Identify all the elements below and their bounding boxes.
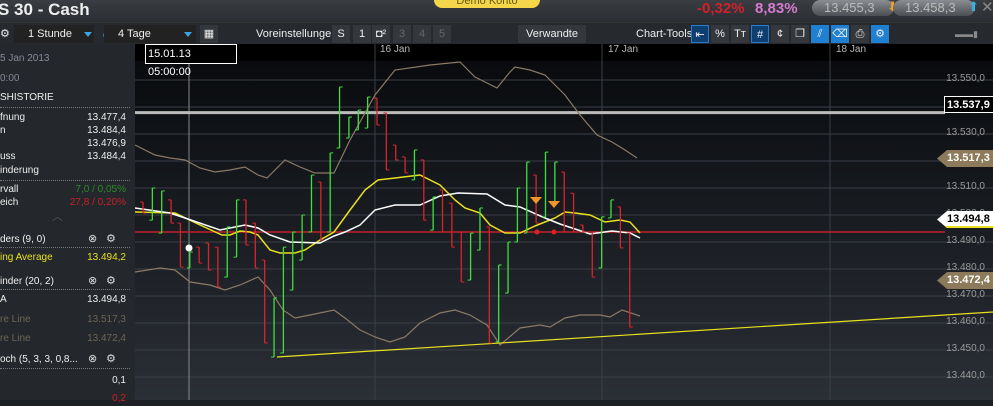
back-arrow-icon[interactable]: ⇤ xyxy=(691,25,709,43)
related-button[interactable]: Verwandte xyxy=(518,25,586,43)
date-label: 18 Jan xyxy=(836,44,867,55)
price-label: 13.530,0 xyxy=(946,127,985,138)
bid-price: 13.455,3 xyxy=(824,0,875,15)
text-size-icon[interactable]: Tт xyxy=(731,25,749,43)
divider xyxy=(0,107,130,108)
presets-label: Voreinstellungen xyxy=(256,28,338,40)
preset-5[interactable]: 5 xyxy=(433,25,451,43)
row-range: rvall 7,0 / 0,05% xyxy=(0,184,126,195)
ask-price: 13.458,3 xyxy=(905,0,956,15)
upper-band-tag: 13.517,3 xyxy=(937,150,993,167)
row-change: inderung xyxy=(0,165,39,176)
crosshair-dot xyxy=(185,244,193,252)
date-label: 17 Jan xyxy=(608,44,639,55)
divider xyxy=(0,247,130,248)
chart-toolbar: ⚙ 1 Stunde 🔒︎ 4 Tage ▦ Voreinstellungen … xyxy=(0,22,993,44)
price-label: 13.490,0 xyxy=(946,235,985,246)
change-percent-2: 8,83% xyxy=(755,0,798,17)
panel-date: 5 Jan 2013 xyxy=(0,53,50,64)
percent-icon[interactable]: % xyxy=(711,25,729,43)
remove-icon[interactable]: ⊗ xyxy=(88,232,97,245)
price-label: 13.550,0 xyxy=(946,73,985,84)
indicator-2-upper: re Line 13.517,3 xyxy=(0,314,126,325)
panel-time: 0:00 xyxy=(0,73,20,84)
preset-s[interactable]: S xyxy=(332,25,350,43)
gear-icon[interactable]: ⚙ xyxy=(106,352,116,365)
settings-edit-icon[interactable]: ⚙ xyxy=(871,25,889,43)
gear-icon[interactable]: ⚙ xyxy=(106,274,116,287)
preset-4[interactable]: 4 xyxy=(413,25,431,43)
candle-icon[interactable]: ¢ xyxy=(771,25,789,43)
preset-3[interactable]: 3 xyxy=(393,25,411,43)
price-label: 13.450,0 xyxy=(946,343,985,354)
gear-icon[interactable]: ⚙ xyxy=(0,25,10,43)
window-layout-icon[interactable]: ▬▬▮ xyxy=(955,25,978,43)
indicator-3-value-1: 0,1 xyxy=(112,375,126,386)
interval-select[interactable]: 1 Stunde xyxy=(14,25,94,43)
indicator-1-line: ing Average 13.494,2 xyxy=(0,252,126,263)
date-label: 16 Jan xyxy=(380,44,411,55)
price-label: 13.440,0 xyxy=(946,370,985,381)
gear-icon[interactable]: ⚙ xyxy=(106,232,116,245)
chart-tools-label: Chart-Tools xyxy=(636,28,693,40)
windows-icon[interactable]: ❐ xyxy=(791,25,809,43)
tag-icon[interactable]: ⌫ xyxy=(831,25,849,43)
chevron-up-icon[interactable]: ︿ xyxy=(52,208,63,224)
mid-band-tag: 13.494,8 xyxy=(937,211,993,228)
price-label: 13.510,0 xyxy=(946,181,985,192)
price-label: 13.460,0 xyxy=(946,316,985,327)
draw-line-icon[interactable]: ⫽ xyxy=(811,25,829,43)
indicator-2-mid: A 13.494,8 xyxy=(0,294,126,305)
sell-button[interactable]: 13.455,3⬇ xyxy=(812,0,898,16)
signal-dot xyxy=(551,229,557,235)
print-icon[interactable]: ⎙ xyxy=(851,25,869,43)
price-label: 13.470,0 xyxy=(946,289,985,300)
range-select[interactable]: 4 Tage xyxy=(104,25,196,43)
row-high: n 13.484,4 xyxy=(0,125,126,136)
grid-icon[interactable]: # xyxy=(751,25,769,43)
remove-icon[interactable]: ⊗ xyxy=(88,274,97,287)
title-bar: S 30 - Cash Demo Konto -0,32% 8,83% 13.4… xyxy=(0,0,993,22)
divider xyxy=(0,180,130,181)
instrument-title: S 30 - Cash xyxy=(0,0,90,19)
close-icon[interactable]: ✕ xyxy=(981,0,993,16)
preset-2-icon[interactable]: ◘² xyxy=(372,25,390,43)
range-value: 4 Tage xyxy=(118,28,151,40)
hline-price-tag: 13.537,9 xyxy=(944,96,993,113)
crosshair-time-label: 15.01.13 05:00:00 xyxy=(145,44,237,78)
row-low: 13.476,9 xyxy=(87,138,126,149)
chevron-down-icon xyxy=(184,32,192,37)
change-percent: -0,32% xyxy=(697,0,745,17)
arrow-up-icon: ⬆ xyxy=(968,0,979,14)
preset-1[interactable]: 1 xyxy=(353,25,371,43)
demo-account-button[interactable]: Demo Konto xyxy=(434,0,540,8)
lower-band-tag: 13.472,4 xyxy=(937,272,993,289)
row-compare: eich 27,8 / 0,20% xyxy=(0,197,126,208)
price-label: 13.480,0 xyxy=(946,262,985,273)
row-open: fnung 13.477,4 xyxy=(0,112,126,123)
buy-button[interactable]: 13.458,3 ⬆ xyxy=(893,0,979,16)
signal-dot xyxy=(534,229,540,235)
info-panel: 5 Jan 2013 0:00 SHISTORIE fnung 13.477,4 … xyxy=(0,44,135,404)
divider xyxy=(0,289,130,290)
section-heading: SHISTORIE xyxy=(0,92,54,103)
calendar-icon[interactable]: ▦ xyxy=(200,25,218,43)
chevron-down-icon xyxy=(84,32,92,37)
price-chart[interactable] xyxy=(135,44,993,400)
row-close: uss 13.484,4 xyxy=(0,151,126,162)
remove-icon[interactable]: ⊗ xyxy=(88,352,97,365)
indicator-2-lower: re Line 13.472,4 xyxy=(0,333,126,344)
interval-value: 1 Stunde xyxy=(28,28,73,40)
divider xyxy=(0,368,130,369)
